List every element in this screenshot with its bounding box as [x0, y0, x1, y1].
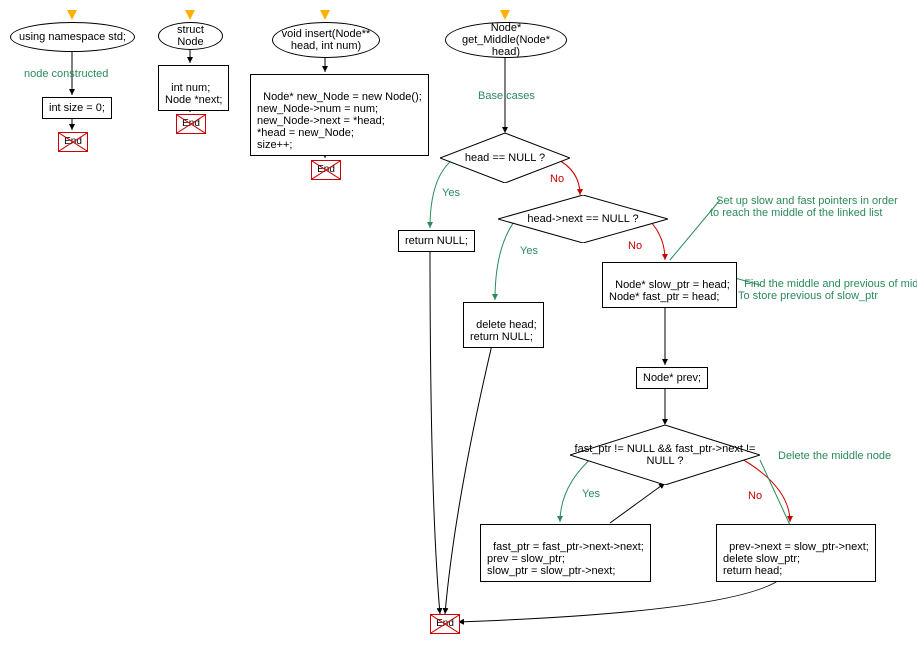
comment-delete-middle: Delete the middle node — [778, 450, 891, 462]
text: Node* new_Node = new Node(); new_Node->n… — [257, 91, 422, 151]
d3-yes: Yes — [582, 488, 600, 500]
text: struct Node — [163, 24, 218, 48]
start-arrow-4 — [500, 10, 510, 20]
rect-return-null: return NULL; — [398, 230, 475, 252]
rect-insert-body: Node* new_Node = new Node(); new_Node->n… — [250, 74, 429, 156]
d2-yes: Yes — [520, 245, 538, 257]
end-4: End — [430, 614, 460, 634]
end-1: End — [58, 132, 88, 152]
text: fast_ptr = fast_ptr->next->next; prev = … — [487, 541, 644, 577]
text: Node* slow_ptr = head; Node* fast_ptr = … — [609, 279, 730, 303]
text: void insert(Node** head, int num) — [277, 28, 375, 52]
diamond-fast-ptr-text: fast_ptr != NULL && fast_ptr->next != NU… — [570, 425, 760, 485]
rect-struct-fields: int num; Node *next; — [158, 65, 229, 111]
rect-ptr-init: Node* slow_ptr = head; Node* fast_ptr = … — [602, 262, 737, 308]
d3-no: No — [748, 490, 762, 502]
text: Set up slow and fast pointers in order t… — [710, 195, 898, 219]
start-arrow-2 — [185, 10, 195, 20]
ellipse-struct: struct Node — [158, 22, 223, 50]
text: delete head; return NULL; — [470, 319, 537, 343]
comment-setup-ptrs: Set up slow and fast pointers in order t… — [710, 183, 898, 219]
text: return NULL; — [405, 235, 468, 247]
text: Node* prev; — [643, 372, 701, 384]
d1-yes: Yes — [442, 187, 460, 199]
d1-no: No — [550, 173, 564, 185]
ellipse-get-middle: Node* get_Middle(Node* head) — [445, 22, 567, 58]
comment-find-middle: Find the middle and previous of middle. … — [738, 266, 917, 302]
rect-loop-body: fast_ptr = fast_ptr->next->next; prev = … — [480, 524, 651, 582]
rect-prev: Node* prev; — [636, 367, 708, 389]
text: int num; Node *next; — [165, 82, 222, 106]
comment-base-cases: Base cases — [478, 90, 535, 102]
text: int size = 0; — [49, 102, 105, 114]
comment-node-constructed: node constructed — [24, 68, 108, 80]
text: prev->next = slow_ptr->next; delete slow… — [723, 541, 869, 577]
text: Find the middle and previous of middle. … — [738, 278, 917, 302]
text: fast_ptr != NULL && fast_ptr->next != NU… — [570, 443, 760, 467]
end-2: End — [176, 114, 206, 134]
diamond-head-next-null-text: head->next == NULL ? — [498, 195, 668, 243]
start-arrow-3 — [320, 10, 330, 20]
ellipse-namespace: using namespace std; — [10, 22, 135, 52]
rect-delete-head: delete head; return NULL; — [463, 302, 544, 348]
end-3: End — [311, 160, 341, 180]
text: using namespace std; — [19, 31, 126, 43]
ellipse-insert: void insert(Node** head, int num) — [272, 22, 380, 58]
start-arrow-1 — [67, 10, 77, 20]
text: Node* get_Middle(Node* head) — [450, 22, 562, 58]
d2-no: No — [628, 240, 642, 252]
rect-after-loop: prev->next = slow_ptr->next; delete slow… — [716, 524, 876, 582]
rect-size: int size = 0; — [42, 97, 112, 119]
